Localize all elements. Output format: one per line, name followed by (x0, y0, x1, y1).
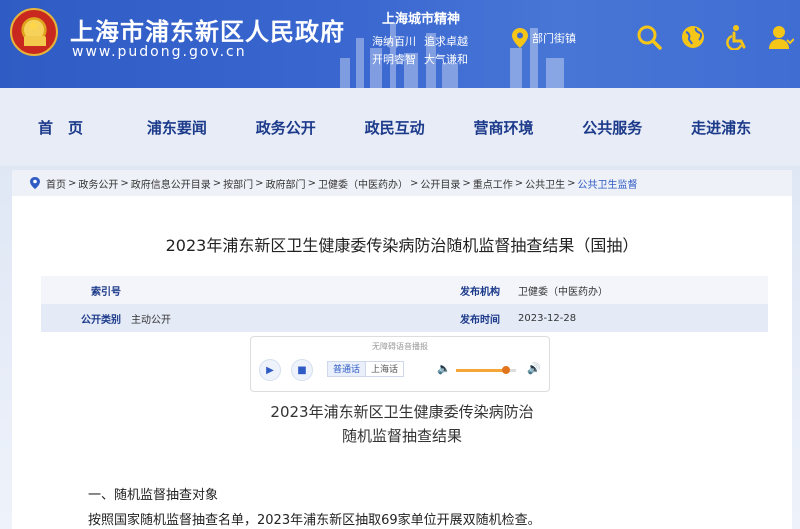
nav-item-interaction[interactable]: 政民互动 (365, 117, 474, 138)
city-spirit-title: 上海城市精神 (382, 12, 461, 27)
article-title-line-2: 随机监督抽查结果 (341, 427, 462, 445)
dept-link-label: 部门街镇 (532, 32, 576, 45)
paragraph: 按照国家随机监督抽查名单，2023年浦东新区抽取69家单位开展双随机检查。 (88, 513, 541, 528)
audio-player: 无障碍语音播报 ▶ ■ 普通话 上海话 🔈 🔊 (250, 336, 550, 392)
user-icon[interactable] (768, 24, 794, 50)
play-icon: ▶ (266, 364, 274, 376)
breadcrumb-item[interactable]: 按部门 (223, 176, 253, 191)
spirit-phrase: 大气谦和 (424, 53, 468, 66)
dept-link[interactable]: 部门街镇 (512, 28, 576, 48)
section-heading: 一、随机监督抽查对象 (88, 488, 219, 503)
breadcrumb-current[interactable]: 公共卫生监督 (578, 176, 638, 191)
meta-category-label: 公开类别 (81, 314, 121, 326)
breadcrumb: 首页 > 政务公开 > 政府信息公开目录 > 按部门 > 政府部门 > 卫健委（中医药办）… (12, 170, 792, 196)
breadcrumb-item[interactable]: 公开目录 (420, 176, 460, 191)
play-button[interactable]: ▶ (259, 359, 281, 381)
volume-high-icon[interactable]: 🔊 (527, 362, 541, 375)
breadcrumb-item[interactable]: 政府信息公开目录 (131, 176, 211, 191)
nav-item-about[interactable]: 走进浦东 (691, 117, 800, 138)
article-title-line-1: 2023年浦东新区卫生健康委传染病防治 (270, 403, 534, 421)
breadcrumb-item[interactable]: 政务公开 (78, 176, 118, 191)
breadcrumb-item[interactable]: 公共卫生 (525, 176, 565, 191)
breadcrumb-home[interactable]: 首页 (46, 176, 66, 191)
search-icon[interactable] (636, 24, 662, 50)
audio-player-title: 无障碍语音播报 (372, 342, 428, 351)
location-pin-icon (512, 28, 528, 48)
site-header: ★ 上海市浦东新区人民政府 www.pudong.gov.cn 上海城市精神 海… (0, 0, 800, 88)
lang-shanghainese-button[interactable]: 上海话 (365, 361, 405, 377)
document-meta: 索引号 发布机构 卫健委（中医药办） 公开类别 主动公开 发布时间 2023-1… (41, 276, 768, 332)
city-spirit-line-2: 开明睿智 大气谦和 (372, 51, 476, 69)
volume-low-icon[interactable]: 🔈 (437, 362, 451, 375)
spirit-phrase: 开明睿智 (372, 53, 416, 66)
stop-button[interactable]: ■ (291, 359, 313, 381)
accessibility-icon[interactable] (724, 24, 750, 50)
city-spirit: 上海城市精神 海纳百川 追求卓越 开明睿智 大气谦和 (372, 8, 476, 69)
meta-row: 索引号 发布机构 卫健委（中医药办） (41, 276, 768, 304)
location-pin-icon (30, 177, 40, 189)
site-title[interactable]: 上海市浦东新区人民政府 (70, 12, 345, 47)
meta-date-value: 2023-12-28 (518, 312, 577, 324)
stop-icon: ■ (297, 364, 307, 376)
national-emblem-logo[interactable]: ★ (10, 8, 58, 56)
nav-item-home[interactable]: 首 页 (38, 117, 147, 138)
site-url: www.pudong.gov.cn (72, 44, 247, 60)
article-title: 2023年浦东新区卫生健康委传染病防治 随机监督抽查结果 (12, 400, 792, 448)
nav-item-gov-info[interactable]: 政务公开 (256, 117, 365, 138)
meta-date-label: 发布时间 (460, 314, 500, 326)
nav-item-services[interactable]: 公共服务 (582, 117, 691, 138)
meta-category-value: 主动公开 (131, 314, 171, 326)
nav-item-news[interactable]: 浦东要闻 (147, 117, 256, 138)
volume-slider-handle[interactable] (502, 366, 510, 374)
nav-item-business[interactable]: 营商环境 (473, 117, 582, 138)
meta-publisher-label: 发布机构 (460, 286, 500, 298)
breadcrumb-item[interactable]: 政府部门 (266, 176, 306, 191)
meta-index-label: 索引号 (91, 286, 121, 298)
lang-mandarin-button[interactable]: 普通话 (327, 361, 367, 377)
document-title: 2023年浦东新区卫生健康委传染病防治随机监督抽查结果（国抽） (165, 236, 639, 255)
spirit-phrase: 追求卓越 (424, 35, 468, 48)
meta-publisher-value: 卫健委（中医药办） (518, 286, 608, 298)
spirit-phrase: 海纳百川 (372, 35, 416, 48)
meta-row: 公开类别 主动公开 发布时间 2023-12-28 (41, 304, 768, 332)
globe-icon[interactable] (680, 24, 706, 50)
breadcrumb-item[interactable]: 卫健委（中医药办） (318, 176, 408, 191)
main-nav: 首 页 浦东要闻 政务公开 政民互动 营商环境 公共服务 走进浦东 (0, 88, 800, 166)
city-spirit-line-1: 海纳百川 追求卓越 (372, 33, 476, 51)
content-panel: 首页 > 政务公开 > 政府信息公开目录 > 按部门 > 政府部门 > 卫健委（中医药办）… (12, 170, 792, 529)
breadcrumb-item[interactable]: 重点工作 (473, 176, 513, 191)
